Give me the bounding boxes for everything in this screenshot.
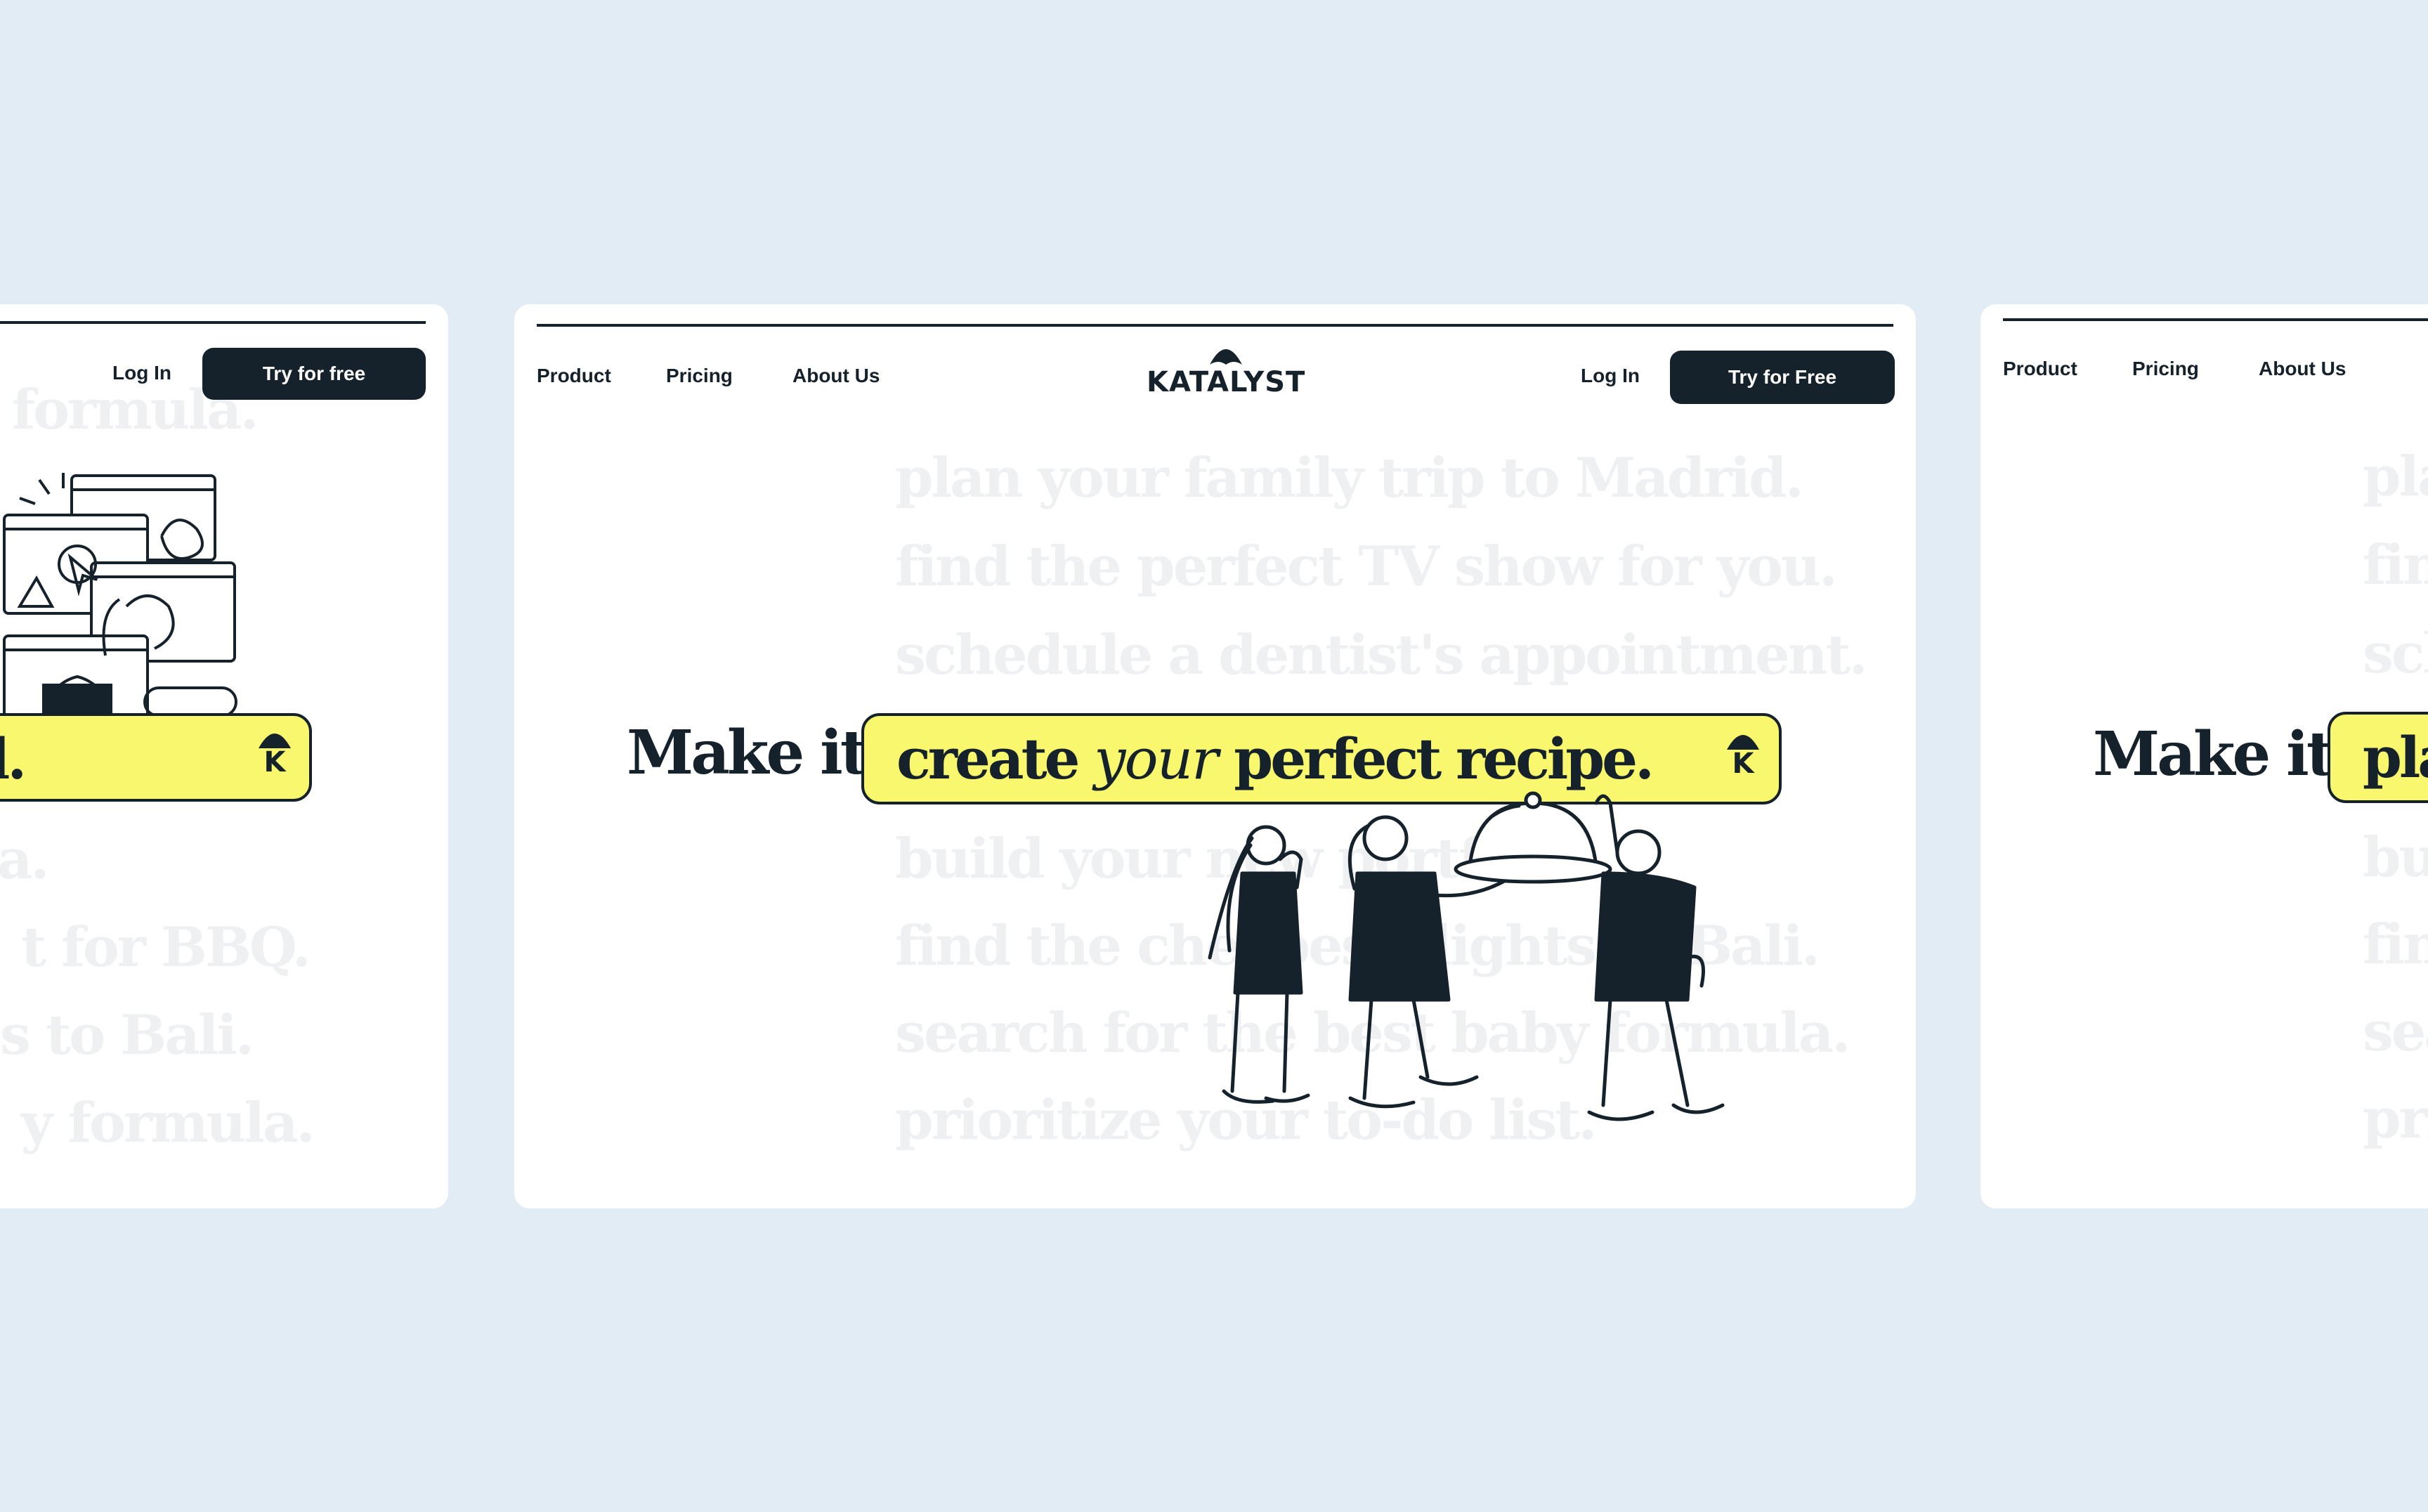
hero-prompt-pill: create your perfect recipe. K <box>861 713 1782 804</box>
try-for-free-button[interactable]: Try for Free <box>1670 351 1895 404</box>
k-mark-icon: K <box>257 731 292 776</box>
login-link[interactable]: Log In <box>112 362 171 384</box>
nav-product[interactable]: Product <box>537 365 611 387</box>
katalyst-umbrella-icon <box>1210 349 1243 365</box>
hero-prompt-pill: pla <box>2328 712 2428 803</box>
katalyst-logo[interactable]: KATALYST <box>1147 346 1305 398</box>
k-mark-icon: K <box>1725 733 1761 778</box>
top-divider <box>2003 318 2428 321</box>
main-landing-card: Product Pricing About Us Log In KATALYST… <box>514 304 1916 1208</box>
nav-about-us[interactable]: About Us <box>792 365 880 387</box>
nav-pricing[interactable]: Pricing <box>2132 358 2199 380</box>
hero-prompt-pill: l. K <box>0 713 312 802</box>
suggestion-line: pla <box>2363 445 2428 509</box>
hero-phrase: pla <box>2363 724 2428 790</box>
nav-pricing[interactable]: Pricing <box>666 365 733 387</box>
suggestion-line: t for BBQ. <box>21 915 311 979</box>
suggestion-line: pri <box>2363 1087 2428 1151</box>
suggestion-line: fin <box>2363 533 2428 597</box>
suggestion-line: find the perfect TV show for you. <box>895 535 1838 599</box>
hero-phrase: create your perfect recipe. <box>896 726 1654 792</box>
hero-script-word: your <box>1094 726 1218 792</box>
left-preview-card: y formula. a. t for BBQ. s to Bali. y fo… <box>0 304 448 1208</box>
hero-phrase: l. <box>0 726 27 792</box>
suggestion-line: schedule a dentist's appointment. <box>895 623 1868 687</box>
suggestion-line: bu <box>2363 826 2428 889</box>
top-divider <box>537 324 1893 327</box>
suggestion-line: sea <box>2363 1000 2428 1064</box>
try-free-button[interactable]: Try for free <box>202 348 426 400</box>
suggestion-line: fin <box>2363 913 2428 977</box>
people-serving-dish-illustration <box>1208 791 1725 1121</box>
suggestion-line: a. <box>0 828 50 892</box>
right-preview-card: Product Pricing About Us pla fin sch bu … <box>1980 304 2428 1208</box>
top-divider <box>0 321 426 324</box>
page-canvas: { "nav": { "product": "Product", "pricin… <box>0 0 2428 1512</box>
hero-prefix: Make it <box>2093 719 2335 790</box>
suggestion-line: plan your family trip to Madrid. <box>895 446 1804 510</box>
nav-about-us[interactable]: About Us <box>2259 358 2346 380</box>
login-link[interactable]: Log In <box>1581 365 1640 387</box>
suggestion-line: sch <box>2363 622 2428 686</box>
suggestion-line: s to Bali. <box>0 1003 254 1067</box>
hero-prefix: Make it <box>627 717 868 788</box>
suggestion-line: y formula. <box>21 1091 315 1155</box>
brand-name: KATALYST <box>1147 366 1306 398</box>
nav-product[interactable]: Product <box>2003 358 2077 380</box>
video-call-windows-illustration <box>3 473 237 729</box>
